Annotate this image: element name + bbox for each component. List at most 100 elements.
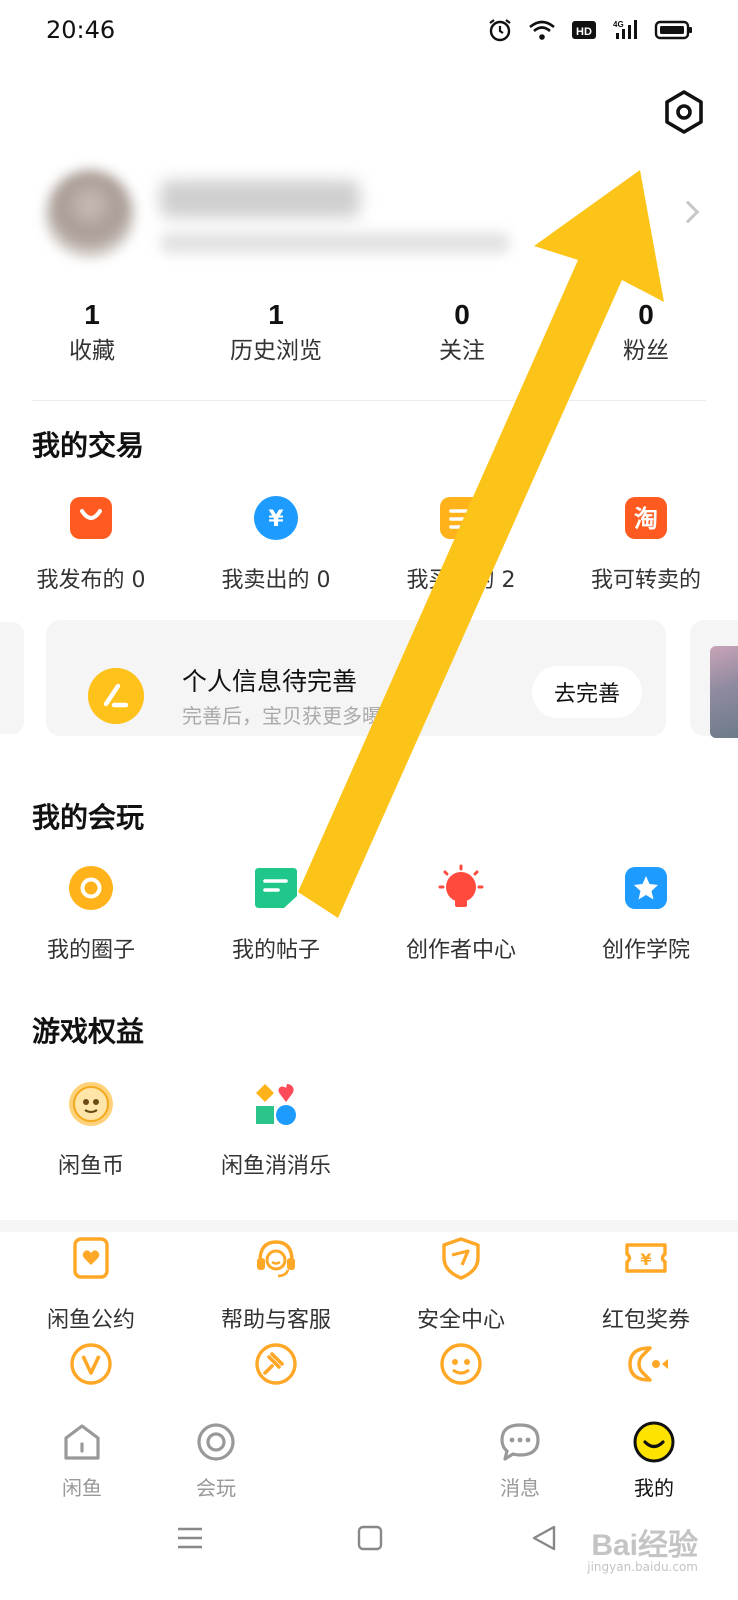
tab-play[interactable]: 会玩 [156, 1420, 276, 1501]
play-item-label: 我的圈子 [46, 938, 135, 963]
stat-value: 1 [268, 299, 284, 330]
chevron-right-icon[interactable] [676, 200, 700, 224]
section-title-trade: 我的交易 [32, 429, 145, 462]
trade-item-label: 我发布的 0 [36, 568, 146, 593]
signal-4g-icon: 4G [613, 20, 637, 39]
play-item-posts[interactable]: 我的帖子 [191, 864, 361, 964]
headset-icon [257, 1240, 295, 1278]
play-item-circles[interactable]: 我的圈子 [6, 864, 176, 964]
coupon-icon: ¥ [625, 1243, 667, 1273]
section-separator [0, 1220, 738, 1232]
tab-label: 闲鱼 [62, 1476, 102, 1500]
fish-coin-icon [69, 1082, 113, 1126]
trade-item-label: 我可转卖的 [590, 568, 701, 593]
service-item-label: 帮助与客服 [220, 1308, 331, 1333]
trade-item-sold[interactable]: ¥ 我卖出的 0 [191, 494, 361, 594]
tab-label: 会玩 [196, 1476, 236, 1500]
svg-text:¥: ¥ [268, 507, 284, 532]
stat-history[interactable]: 1 历史浏览 [206, 296, 346, 368]
service-item-security[interactable]: 安全中心 [376, 1234, 546, 1334]
stat-label: 收藏 [69, 338, 115, 364]
wifi-icon [529, 20, 555, 40]
trade-item-label: 我买到的 2 [406, 568, 516, 593]
stat-label: 粉丝 [623, 338, 669, 364]
status-time: 20:46 [46, 16, 116, 44]
circle-icon [69, 866, 113, 910]
monkey-icon[interactable] [437, 1340, 485, 1388]
stat-value: 1 [84, 299, 100, 330]
stat-label: 历史浏览 [230, 338, 322, 364]
stat-favorites[interactable]: 1 收藏 [22, 296, 162, 368]
carousel-card-prev[interactable] [0, 622, 24, 734]
stat-label: 关注 [439, 338, 485, 364]
divider [32, 400, 706, 401]
gavel-icon[interactable] [252, 1340, 300, 1388]
status-icons: HD 4G [486, 18, 694, 42]
stat-fans[interactable]: 0 粉丝 [576, 296, 716, 368]
star-icon [625, 867, 667, 909]
game-item-label: 闲鱼消消乐 [220, 1154, 331, 1179]
yen-coin-icon: ¥ [254, 496, 298, 540]
post-icon [255, 868, 297, 908]
trade-item-resellable[interactable]: 淘 我可转卖的 [561, 494, 731, 594]
settings-hex-icon[interactable] [660, 88, 708, 136]
battery-icon [654, 20, 692, 40]
service-item-label: 闲鱼公约 [46, 1308, 135, 1333]
game-item-label: 闲鱼币 [57, 1154, 124, 1179]
heart-doc-icon [73, 1237, 109, 1279]
svg-text:¥: ¥ [640, 1250, 651, 1269]
section-title-games: 游戏权益 [32, 1015, 145, 1048]
stat-value: 0 [638, 299, 654, 330]
taobao-icon: 淘 [625, 497, 667, 539]
hearts-game-icon [256, 1084, 296, 1125]
product-thumbnail [710, 646, 738, 738]
back-icon[interactable] [530, 1524, 558, 1552]
stats-row: 1 收藏 1 历史浏览 0 关注 0 粉丝 [0, 296, 738, 376]
play-item-label: 我的帖子 [231, 938, 320, 963]
play-item-label: 创作学院 [601, 938, 690, 963]
tab-mine[interactable]: 我的 [594, 1420, 714, 1501]
trade-item-bought[interactable]: 我买到的 2 [376, 494, 546, 594]
service-item-label: 安全中心 [416, 1308, 505, 1333]
v-badge-icon[interactable] [67, 1340, 115, 1388]
play-item-creator-center[interactable]: 创作者中心 [376, 864, 546, 964]
hd-icon: HD [572, 21, 596, 39]
service-item-convention[interactable]: 闲鱼公约 [6, 1234, 176, 1334]
watermark: Bai经验 [591, 1529, 698, 1562]
tab-messages[interactable]: 消息 [460, 1420, 580, 1501]
fish-icon[interactable] [622, 1340, 670, 1388]
stat-following[interactable]: 0 关注 [392, 296, 532, 368]
pencil-icon [88, 668, 144, 724]
bulb-icon [438, 864, 484, 907]
svg-text:淘: 淘 [634, 505, 658, 533]
alarm-icon [489, 19, 511, 42]
play-item-academy[interactable]: 创作学院 [561, 864, 731, 964]
service-item-coupons[interactable]: ¥ 红包奖券 [561, 1234, 731, 1334]
trade-item-published[interactable]: 我发布的 0 [6, 494, 176, 594]
home-square-icon[interactable] [356, 1524, 384, 1552]
shield-icon [442, 1237, 480, 1280]
order-list-icon [440, 497, 482, 539]
trade-item-label: 我卖出的 0 [221, 568, 331, 593]
complete-profile-button[interactable]: 去完善 [532, 666, 642, 718]
chat-icon [500, 1423, 540, 1461]
card-subtitle: 完善后，宝贝获更多曝光 [182, 704, 402, 728]
service-item-help[interactable]: 帮助与客服 [191, 1234, 361, 1334]
home-icon [64, 1424, 100, 1460]
ring-icon [197, 1423, 235, 1461]
avatar[interactable] [46, 170, 134, 258]
smile-face-icon [633, 1421, 675, 1463]
game-item-fish-coin[interactable]: 闲鱼币 [6, 1080, 176, 1180]
game-item-match3[interactable]: 闲鱼消消乐 [191, 1080, 361, 1180]
username-blurred[interactable] [160, 180, 360, 218]
svg-text:4G: 4G [613, 20, 624, 29]
tab-home[interactable]: 闲鱼 [22, 1420, 142, 1501]
watermark-url: jingyan.baidu.com [587, 1560, 698, 1574]
card-title: 个人信息待完善 [182, 667, 358, 696]
service-item-label: 红包奖券 [601, 1308, 690, 1333]
shopping-bag-icon [70, 497, 112, 539]
menu-icon[interactable] [176, 1524, 204, 1552]
svg-text:HD: HD [576, 26, 592, 38]
play-item-label: 创作者中心 [405, 938, 516, 963]
user-subtitle-blurred [160, 232, 510, 254]
